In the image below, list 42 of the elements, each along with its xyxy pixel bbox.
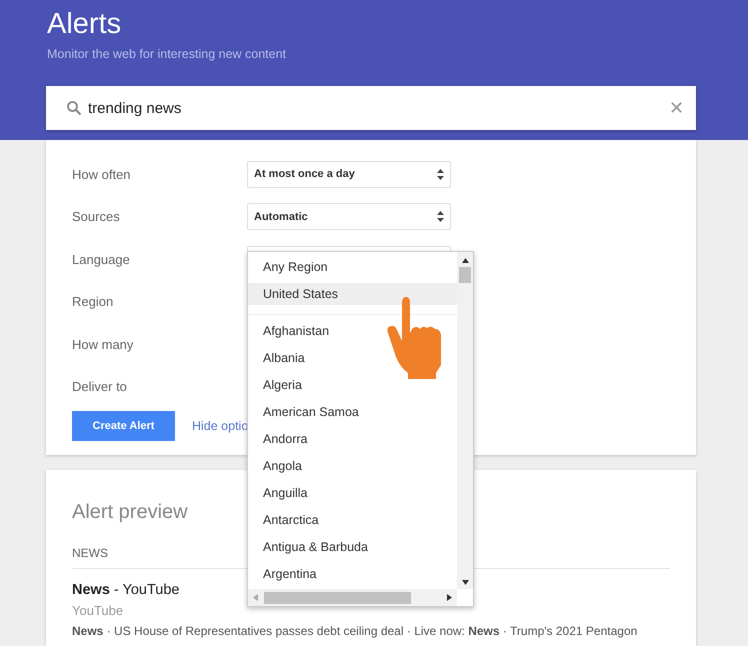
select-field[interactable]: Automatic: [247, 203, 451, 230]
search-icon: [66, 100, 82, 116]
option-label: Sources: [72, 209, 121, 224]
create-alert-button[interactable]: Create Alert: [72, 411, 175, 441]
section-heading: NEWS: [72, 546, 108, 560]
option-label: How often: [72, 166, 132, 182]
region-option[interactable]: Algeria: [248, 374, 457, 396]
option-label: Region: [72, 294, 114, 310]
result-source: YouTube: [72, 603, 124, 618]
page-subtitle: Monitor the web for interesting new content: [47, 47, 288, 61]
preview-title: Alert preview: [72, 501, 188, 524]
scroll-down-icon[interactable]: [462, 580, 468, 585]
updown-arrows-icon: [437, 168, 444, 180]
region-option[interactable]: American Samoa: [248, 401, 457, 423]
option-label: Deliver to: [72, 379, 128, 394]
region-option[interactable]: Any Region: [248, 256, 457, 278]
page-title: Alerts: [47, 8, 122, 41]
option-label: How many: [72, 336, 134, 352]
search-field[interactable]: trending news ✕: [46, 86, 696, 130]
region-option[interactable]: United States: [248, 283, 457, 305]
region-option[interactable]: Albania: [248, 347, 457, 369]
region-option[interactable]: Antarctica: [248, 509, 457, 531]
region-option[interactable]: Antigua & Barbuda: [248, 536, 457, 558]
vertical-scrollbar[interactable]: [457, 252, 473, 589]
scroll-thumb[interactable]: [264, 592, 411, 604]
scroll-right-icon[interactable]: [447, 594, 452, 601]
region-option[interactable]: Afghanistan: [248, 320, 457, 342]
select-field[interactable]: At most once a day: [247, 160, 451, 188]
region-option[interactable]: Andorra: [248, 428, 457, 450]
region-option[interactable]: Argentina: [248, 563, 457, 585]
result-snippet: News · US House of Representatives passes debt ceiling deal · Live now: News · Trump's 2021 Pentagon: [72, 624, 638, 638]
scroll-up-icon[interactable]: [462, 258, 468, 263]
hide-options-link[interactable]: Hide optio: [192, 419, 248, 433]
horizontal-scrollbar[interactable]: [248, 589, 457, 606]
result-title[interactable]: News - YouTube: [72, 582, 180, 598]
hand-cursor-icon: [386, 295, 444, 379]
scroll-left-icon[interactable]: [253, 594, 258, 601]
region-option[interactable]: Angola: [248, 455, 457, 477]
region-option[interactable]: Anguilla: [248, 482, 457, 504]
option-label: Language: [72, 252, 131, 267]
scroll-thumb[interactable]: [459, 267, 471, 283]
updown-arrows-icon: [437, 211, 444, 222]
